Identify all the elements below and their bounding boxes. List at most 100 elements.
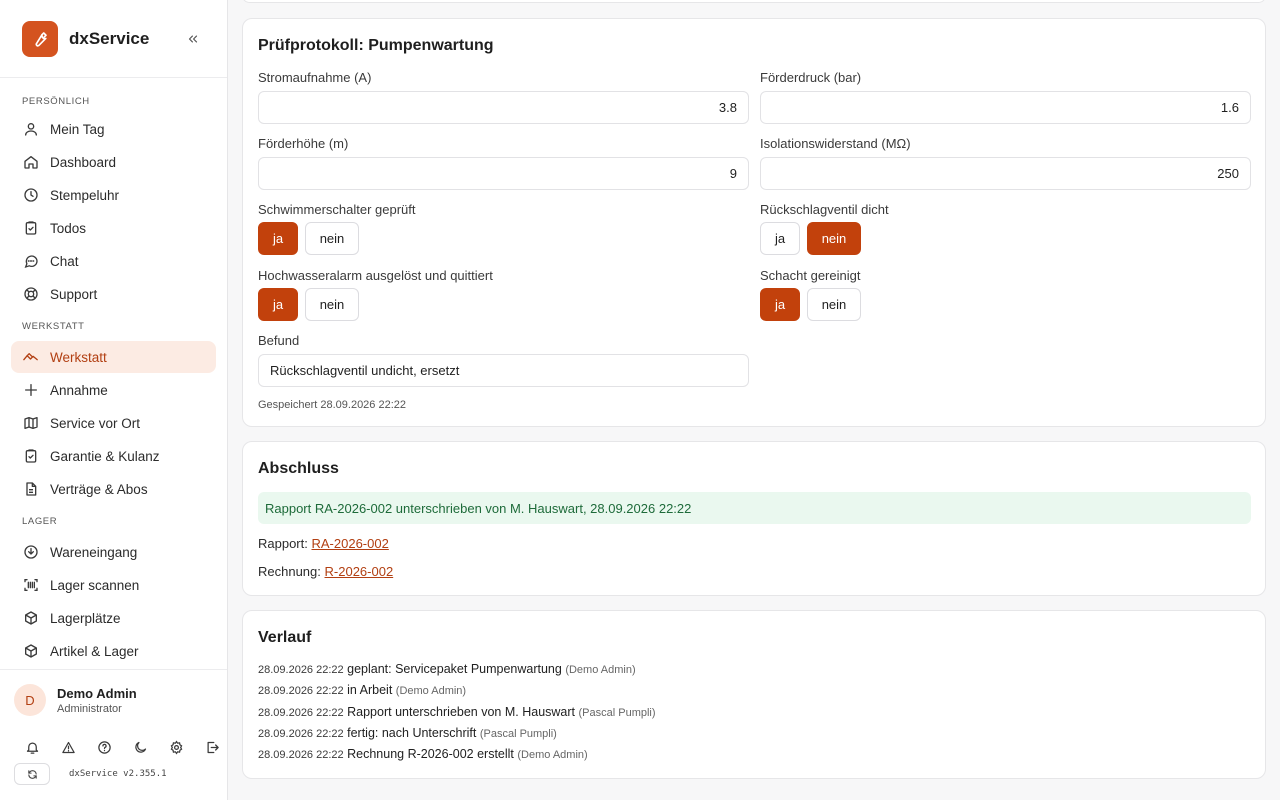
sidebar-item-dashboard[interactable]: Dashboard — [11, 146, 216, 178]
sidebar-item-label: Support — [50, 286, 98, 302]
sidebar-item-vertraege[interactable]: Verträge & Abos — [11, 473, 216, 505]
sidebar-footer: D Demo Admin Administrator dxService v2.… — [0, 669, 227, 800]
chevrons-left-icon — [188, 35, 198, 43]
rapport-link[interactable]: RA-2026-002 — [312, 536, 389, 551]
sidebar-item-garantie[interactable]: Garantie & Kulanz — [11, 440, 216, 472]
schacht-no-button[interactable]: nein — [807, 288, 861, 321]
protocol-card: Prüfprotokoll: Pumpenwartung Stromaufnah… — [242, 18, 1266, 427]
sidebar-item-label: Todos — [50, 220, 87, 236]
wrench-logo-icon — [22, 20, 58, 57]
schwimmer-yes-button[interactable]: ja — [258, 222, 298, 255]
avatar: D — [14, 684, 46, 716]
rapport-row: Rapport: RA-2026-002 — [258, 536, 389, 551]
clipboard-check-icon — [22, 220, 39, 237]
log-author: (Pascal Pumpli) — [578, 707, 656, 719]
iso-label: Isolationswiderstand (MΩ) — [760, 136, 911, 151]
log-timestamp: 28.09.2026 22:22 — [258, 707, 344, 719]
sidebar-item-label: Lager scannen — [50, 577, 140, 593]
sidebar-item-chat[interactable]: Chat — [11, 245, 216, 277]
plus-icon — [22, 382, 39, 399]
rechnung-link[interactable]: R-2026-002 — [325, 564, 394, 579]
log-timestamp: 28.09.2026 22:22 — [258, 685, 344, 697]
sidebar: dxService PERSÖNLICH Mein Tag Dashboard … — [0, 0, 228, 800]
druck-input[interactable]: 1.6 — [760, 91, 1251, 124]
logout-icon[interactable] — [194, 736, 230, 758]
iso-input[interactable]: 250 — [760, 157, 1251, 190]
signed-notice: Rapport RA-2026-002 unterschrieben von M… — [258, 492, 1251, 524]
section-label-personal: PERSÖNLICH — [22, 96, 90, 107]
document-icon — [22, 481, 39, 498]
log-text: in Arbeit — [347, 683, 393, 697]
log-timestamp: 28.09.2026 22:22 — [258, 749, 344, 761]
moon-icon[interactable] — [122, 736, 158, 758]
sidebar-item-lagerplaetze[interactable]: Lagerplätze — [11, 602, 216, 634]
verlauf-card: Verlauf 28.09.2026 22:22 geplant: Servic… — [242, 610, 1266, 779]
app-version: dxService v2.355.1 — [69, 769, 167, 779]
sidebar-item-label: Artikel & Lager — [50, 643, 139, 659]
saved-status: Gespeichert 28.09.2026 22:22 — [258, 399, 407, 411]
sidebar-item-artikel-lager[interactable]: Artikel & Lager — [11, 635, 216, 667]
log-author: (Demo Admin) — [565, 664, 636, 676]
previous-card — [242, 0, 1266, 3]
sidebar-item-mein-tag[interactable]: Mein Tag — [11, 113, 216, 145]
schwimmer-toggle: ja nein — [258, 222, 366, 255]
hochwasser-yes-button[interactable]: ja — [258, 288, 298, 321]
sidebar-item-label: Garantie & Kulanz — [50, 448, 160, 464]
refresh-icon — [27, 769, 37, 779]
download-icon — [22, 544, 39, 561]
rueck-yes-button[interactable]: ja — [760, 222, 800, 255]
rechnung-row: Rechnung: R-2026-002 — [258, 564, 393, 579]
sidebar-item-support[interactable]: Support — [11, 278, 216, 310]
verlauf-title: Verlauf — [258, 629, 312, 646]
hochwasser-no-button[interactable]: nein — [305, 288, 359, 321]
lifebuoy-icon — [22, 286, 39, 303]
bell-icon[interactable] — [14, 736, 50, 758]
sidebar-item-wareneingang[interactable]: Wareneingang — [11, 536, 216, 568]
log-timestamp: 28.09.2026 22:22 — [258, 728, 344, 740]
main-content: Prüfprotokoll: Pumpenwartung Stromaufnah… — [228, 0, 1280, 800]
sidebar-item-service-vor-ort[interactable]: Service vor Ort — [11, 407, 216, 439]
log-text: Rapport unterschrieben von M. Hauswart — [347, 705, 576, 719]
map-icon — [22, 415, 39, 432]
clock-icon — [22, 187, 39, 204]
sidebar-item-annahme[interactable]: Annahme — [11, 374, 216, 406]
sidebar-item-stempeluhr[interactable]: Stempeluhr — [11, 179, 216, 211]
refresh-button[interactable] — [14, 763, 50, 785]
user-icon — [22, 121, 39, 138]
abschluss-title: Abschluss — [258, 460, 339, 477]
befund-input[interactable]: Rückschlagventil undicht, ersetzt — [258, 354, 749, 387]
home-icon — [22, 154, 39, 171]
sidebar-item-label: Werkstatt — [50, 349, 107, 365]
sidebar-item-werkstatt[interactable]: Werkstatt — [11, 341, 216, 373]
log-author: (Demo Admin) — [517, 749, 588, 761]
sidebar-item-label: Lagerplätze — [50, 610, 121, 626]
strom-label: Stromaufnahme (A) — [258, 70, 372, 85]
list-item: 28.09.2026 22:22 Rechnung R-2026-002 ers… — [258, 747, 588, 761]
hochwasser-toggle: ja nein — [258, 288, 366, 321]
sidebar-item-todos[interactable]: Todos — [11, 212, 216, 244]
log-text: geplant: Servicepaket Pumpenwartung — [347, 662, 562, 676]
hoehe-input[interactable]: 9 — [258, 157, 749, 190]
warning-icon[interactable] — [50, 736, 86, 758]
list-item: 28.09.2026 22:22 in Arbeit (Demo Admin) — [258, 683, 466, 697]
sidebar-item-label: Annahme — [50, 382, 108, 398]
barcode-icon — [22, 577, 39, 594]
schwimmer-no-button[interactable]: nein — [305, 222, 359, 255]
collapse-sidebar-button[interactable] — [181, 27, 205, 51]
sidebar-item-lager-scannen[interactable]: Lager scannen — [11, 569, 216, 601]
rechnung-label: Rechnung: — [258, 564, 321, 579]
strom-input[interactable]: 3.8 — [258, 91, 749, 124]
user-profile[interactable]: D Demo Admin Administrator — [0, 670, 227, 716]
user-role: Administrator — [57, 702, 122, 715]
druck-label: Förderdruck (bar) — [760, 70, 862, 85]
schacht-yes-button[interactable]: ja — [760, 288, 800, 321]
hochwasser-label: Hochwasseralarm ausgelöst und quittiert — [258, 268, 493, 283]
box-icon — [22, 643, 39, 660]
sidebar-item-label: Dashboard — [50, 154, 117, 170]
gear-icon[interactable] — [158, 736, 194, 758]
hoehe-label: Förderhöhe (m) — [258, 136, 349, 151]
rueck-no-button[interactable]: nein — [807, 222, 861, 255]
sidebar-item-label: Chat — [50, 253, 79, 269]
help-icon[interactable] — [86, 736, 122, 758]
befund-label: Befund — [258, 333, 300, 348]
